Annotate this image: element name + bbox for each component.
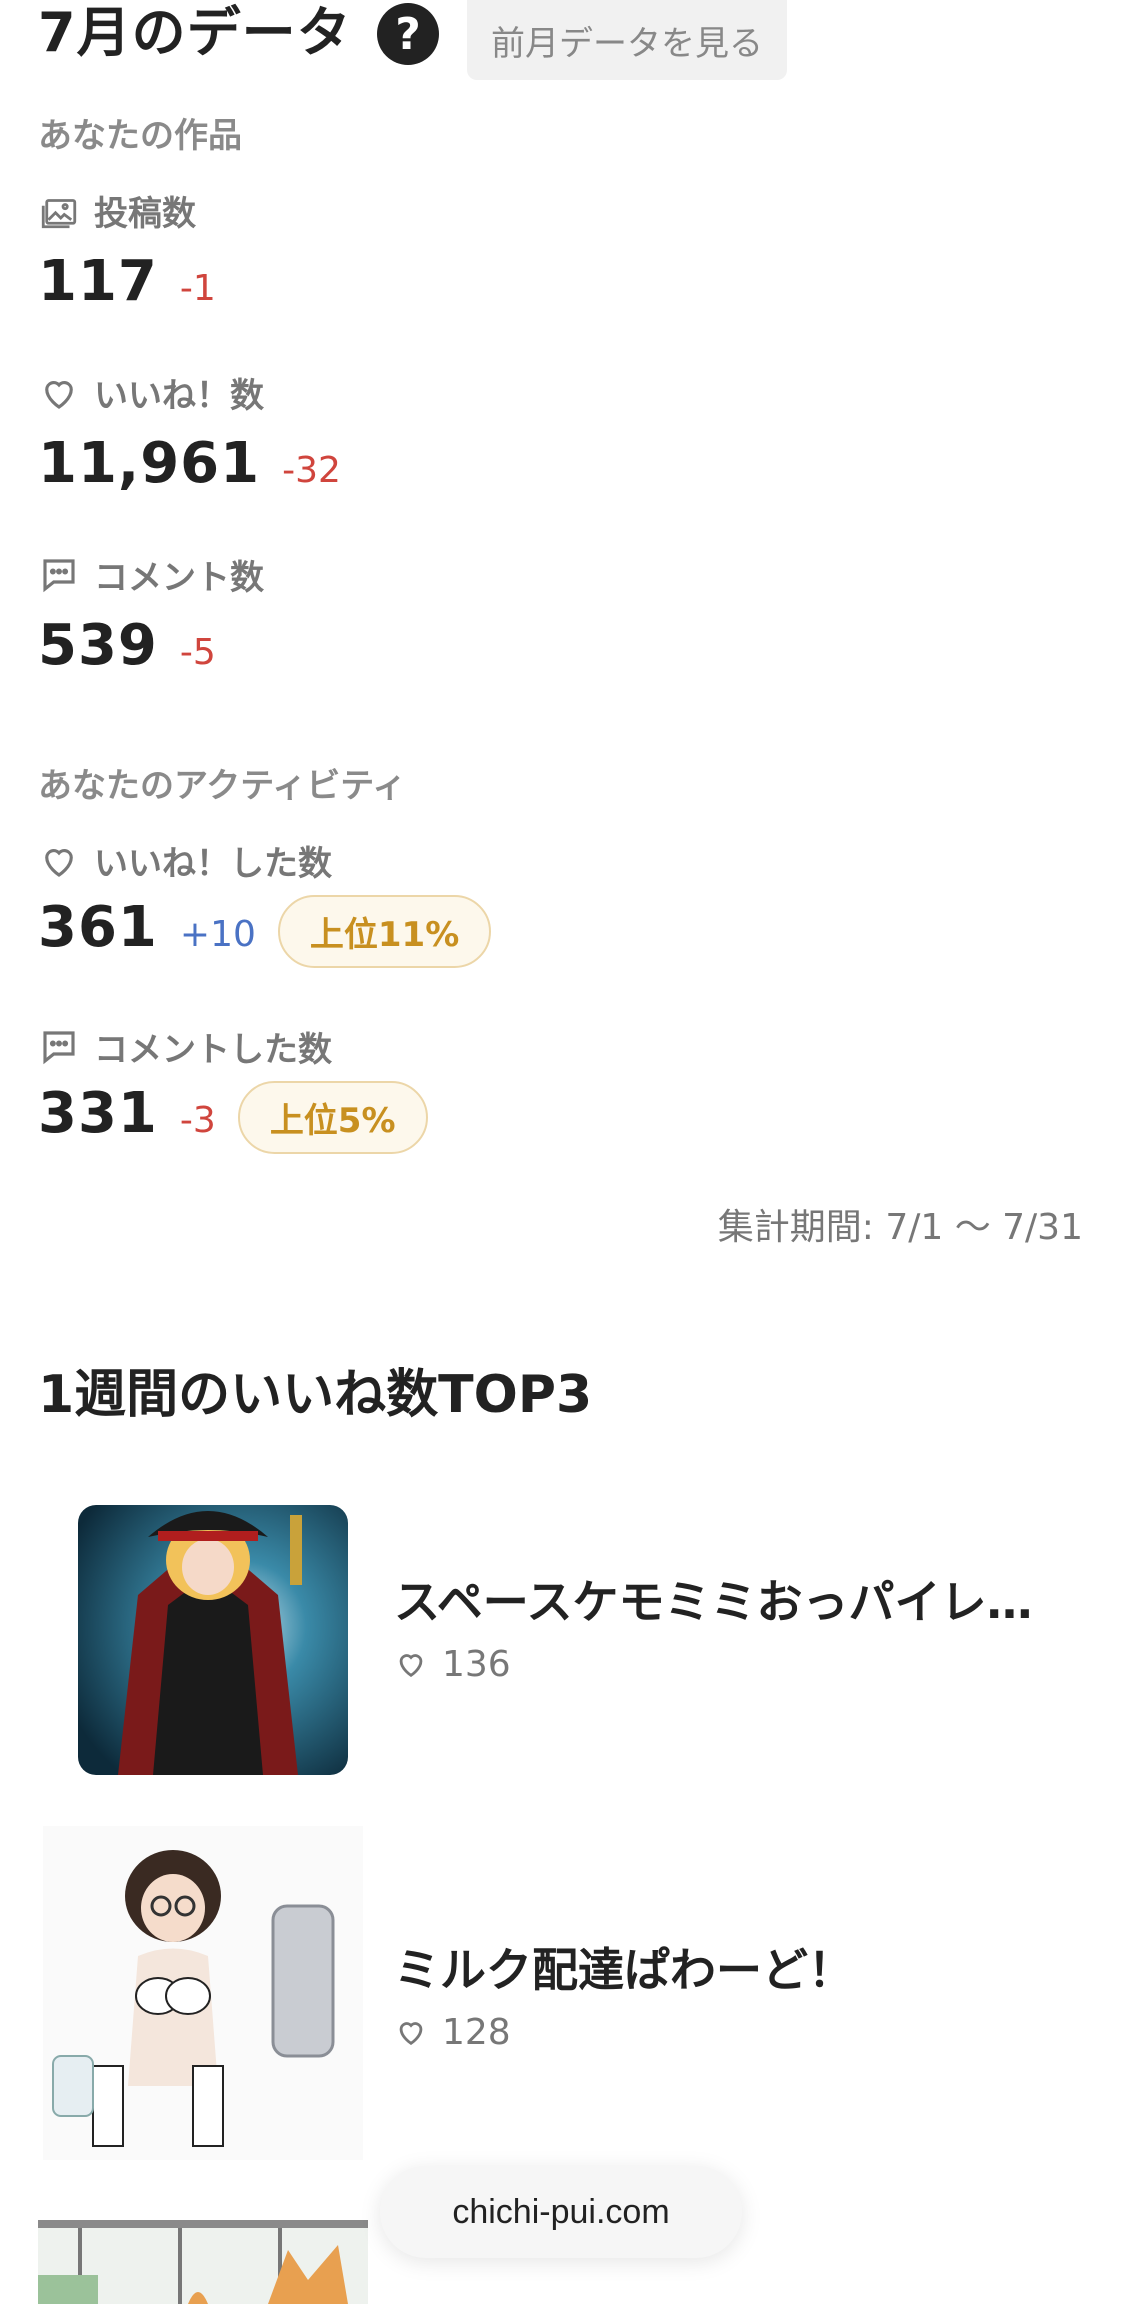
question-icon: ? [395,8,421,60]
heart-icon [399,2022,423,2046]
stat-likes-given: いいね！した数 361 +10 上位11% [38,836,492,968]
heart-icon [45,380,73,409]
stat-delta: -5 [179,632,216,673]
stat-likes: いいね！数 11,961 -32 [38,368,341,496]
work-title[interactable]: ミルク配達ぱわーど！ [394,1934,854,2000]
stat-value: 539 [38,613,158,678]
comment-icon [43,1030,75,1064]
domain-pill[interactable]: chichi-pui.com [380,2166,742,2258]
stat-comments: コメント数 539 -5 [38,550,264,678]
work-thumbnail-image [43,1826,363,2160]
top3-title: 1週間のいいね数TOP3 [38,1365,593,1425]
help-button[interactable]: ? [377,3,439,65]
stat-label-text: コメントした数 [94,1030,332,1070]
stat-value: 331 [38,1081,158,1146]
work-likes-count: 136 [442,1643,511,1685]
work-thumbnail[interactable] [38,1475,368,1775]
stat-delta: +10 [179,914,256,955]
stat-label-text: 投稿数 [94,194,196,234]
previous-month-button[interactable]: 前月データを見る [467,0,787,80]
stat-comments-given: コメントした数 331 -3 上位5% [38,1022,428,1154]
rank-badge: 上位5% [237,1081,428,1154]
work-thumbnail[interactable] [38,1826,368,2160]
work-likes-count: 128 [442,2011,511,2053]
aggregation-period: 集計期間: 7/1 〜 7/31 [717,1207,1083,1248]
rank-badge: 上位11% [277,895,492,968]
stat-value: 11,961 [38,431,261,496]
work-thumbnail-image [38,2220,368,2304]
top-work-item-2[interactable]: ミルク配達ぱわーど！ 128 [38,1826,1088,2160]
work-likes: 128 [394,2012,854,2053]
gallery-icon [41,198,77,228]
activity-section-title: あなたのアクティビティ [38,766,407,806]
stat-label-text: いいね！した数 [94,844,332,884]
stat-delta: -32 [282,450,341,491]
stat-value: 361 [38,895,158,960]
stat-value: 117 [38,249,158,314]
heart-icon [399,1654,423,1678]
work-thumbnail-image [78,1505,348,1775]
heart-icon [45,848,73,877]
works-section-title: あなたの作品 [38,116,242,156]
stat-posts: 投稿数 117 -1 [38,186,216,314]
top-work-item-3[interactable] [38,2220,368,2304]
comment-icon [43,558,75,592]
top-work-item-1[interactable]: スペースケモミミおっパイレ… 136 [38,1460,1088,1790]
stat-delta: -1 [179,268,216,309]
stat-label-text: コメント数 [94,558,264,598]
work-likes: 136 [394,1644,1032,1685]
stat-delta: -3 [179,1100,216,1141]
work-title[interactable]: スペースケモミミおっパイレ… [394,1566,1032,1632]
page-title: 7月のデータ [38,1,352,64]
stat-label-text: いいね！数 [94,376,264,416]
